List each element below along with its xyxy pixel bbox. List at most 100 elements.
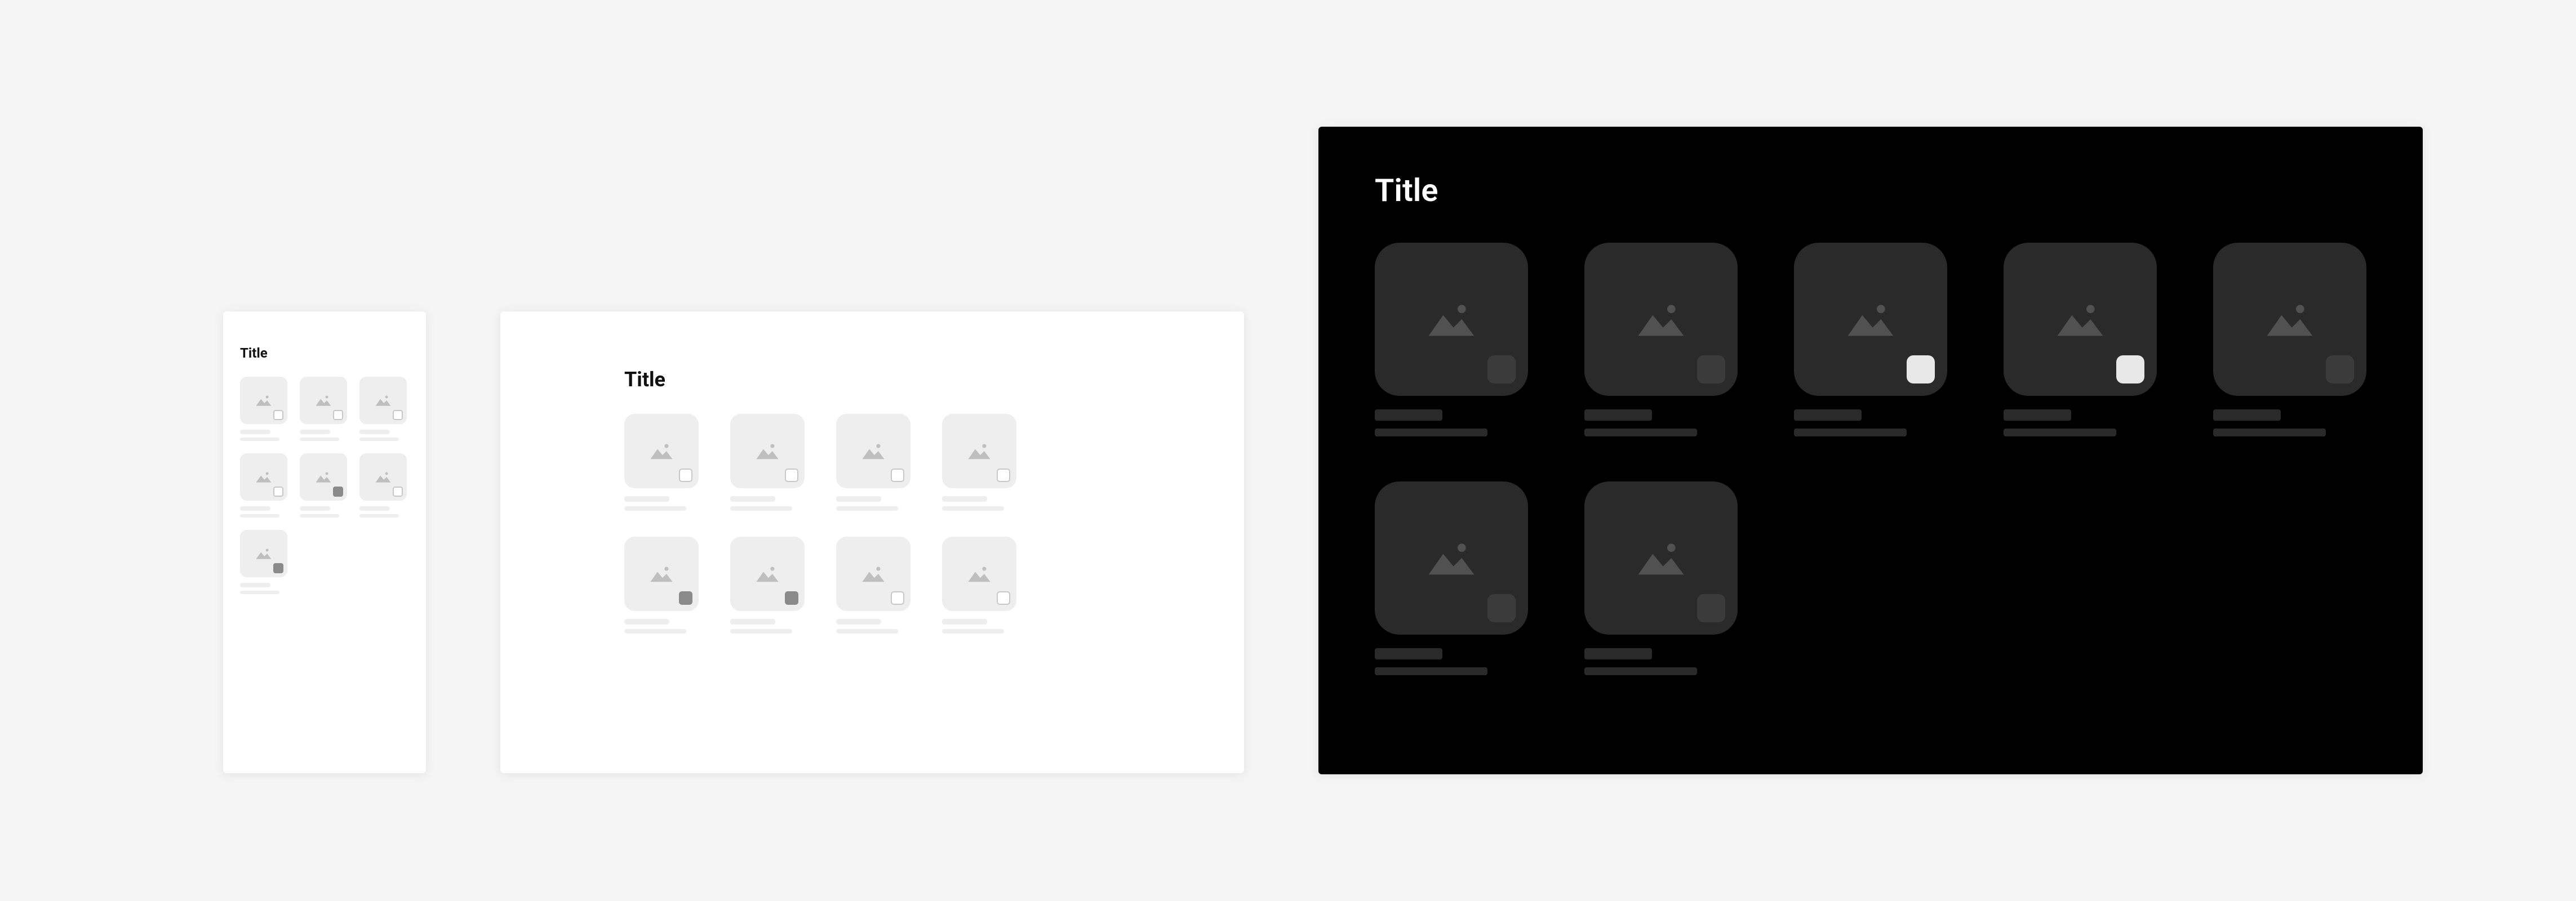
select-checkbox[interactable] bbox=[679, 591, 692, 605]
select-checkbox[interactable] bbox=[785, 469, 798, 482]
image-icon bbox=[255, 471, 272, 483]
card-subtitle-placeholder bbox=[2213, 429, 2326, 436]
card-subtitle-placeholder bbox=[1584, 429, 1697, 436]
media-thumbnail[interactable] bbox=[1584, 481, 1738, 635]
card-title-placeholder bbox=[1584, 409, 1652, 421]
card-title-placeholder bbox=[1584, 648, 1652, 659]
media-card[interactable] bbox=[359, 377, 407, 441]
media-card[interactable] bbox=[300, 377, 347, 441]
media-thumbnail[interactable] bbox=[2213, 243, 2366, 396]
media-card[interactable] bbox=[836, 537, 911, 634]
media-card[interactable] bbox=[240, 530, 287, 594]
media-card[interactable] bbox=[624, 414, 699, 511]
card-subtitle-placeholder bbox=[1584, 667, 1697, 675]
card-subtitle-placeholder bbox=[240, 591, 279, 594]
card-title-placeholder bbox=[240, 430, 270, 434]
media-card[interactable] bbox=[1375, 481, 1528, 675]
card-title-placeholder bbox=[2004, 409, 2071, 421]
select-checkbox[interactable] bbox=[2326, 355, 2354, 383]
media-card[interactable] bbox=[730, 414, 805, 511]
card-title-placeholder bbox=[942, 496, 987, 502]
media-card[interactable] bbox=[1794, 243, 1947, 436]
media-card[interactable] bbox=[240, 453, 287, 518]
image-icon bbox=[315, 471, 332, 483]
select-checkbox[interactable] bbox=[1697, 355, 1725, 383]
image-icon bbox=[755, 565, 780, 583]
media-thumbnail[interactable] bbox=[1794, 243, 1947, 396]
media-card[interactable] bbox=[2004, 243, 2157, 436]
media-thumbnail[interactable] bbox=[359, 377, 407, 424]
media-card[interactable] bbox=[730, 537, 805, 634]
select-checkbox[interactable] bbox=[785, 591, 798, 605]
card-subtitle-placeholder bbox=[730, 629, 792, 634]
media-card[interactable] bbox=[624, 537, 699, 634]
card-subtitle-placeholder bbox=[942, 629, 1004, 634]
media-thumbnail[interactable] bbox=[730, 537, 805, 611]
image-icon bbox=[755, 442, 780, 460]
frame-desktop-dark: Title bbox=[1318, 127, 2423, 774]
media-thumbnail[interactable] bbox=[942, 537, 1016, 611]
media-card[interactable] bbox=[1584, 481, 1738, 675]
card-title-placeholder bbox=[240, 583, 270, 587]
card-title-placeholder bbox=[2213, 409, 2281, 421]
media-thumbnail[interactable] bbox=[240, 377, 287, 424]
select-checkbox[interactable] bbox=[891, 591, 904, 605]
select-checkbox[interactable] bbox=[333, 410, 343, 420]
media-card[interactable] bbox=[942, 537, 1016, 634]
select-checkbox[interactable] bbox=[1907, 355, 1935, 383]
media-card[interactable] bbox=[2213, 243, 2366, 436]
media-card[interactable] bbox=[1375, 243, 1528, 436]
select-checkbox[interactable] bbox=[393, 410, 403, 420]
card-subtitle-placeholder bbox=[624, 506, 686, 511]
media-thumbnail[interactable] bbox=[836, 414, 911, 488]
image-icon bbox=[255, 394, 272, 407]
media-card[interactable] bbox=[300, 453, 347, 518]
select-checkbox[interactable] bbox=[997, 469, 1010, 482]
media-thumbnail[interactable] bbox=[240, 530, 287, 577]
card-title-placeholder bbox=[836, 496, 881, 502]
image-icon bbox=[967, 442, 992, 460]
media-thumbnail[interactable] bbox=[300, 377, 347, 424]
select-checkbox[interactable] bbox=[679, 469, 692, 482]
media-card[interactable] bbox=[240, 377, 287, 441]
media-thumbnail[interactable] bbox=[240, 453, 287, 501]
media-thumbnail[interactable] bbox=[1375, 481, 1528, 635]
image-icon bbox=[315, 394, 332, 407]
image-icon bbox=[861, 565, 886, 583]
card-title-placeholder bbox=[1375, 409, 1442, 421]
media-thumbnail[interactable] bbox=[836, 537, 911, 611]
select-checkbox[interactable] bbox=[1697, 594, 1725, 622]
select-checkbox[interactable] bbox=[273, 410, 283, 420]
card-grid bbox=[624, 414, 1120, 634]
select-checkbox[interactable] bbox=[1487, 594, 1516, 622]
image-icon bbox=[375, 471, 392, 483]
select-checkbox[interactable] bbox=[273, 487, 283, 497]
media-thumbnail[interactable] bbox=[730, 414, 805, 488]
image-icon bbox=[861, 442, 886, 460]
media-thumbnail[interactable] bbox=[1584, 243, 1738, 396]
image-icon bbox=[375, 394, 392, 407]
select-checkbox[interactable] bbox=[333, 487, 343, 497]
select-checkbox[interactable] bbox=[997, 591, 1010, 605]
media-card[interactable] bbox=[836, 414, 911, 511]
card-subtitle-placeholder bbox=[1794, 429, 1907, 436]
select-checkbox[interactable] bbox=[393, 487, 403, 497]
media-thumbnail[interactable] bbox=[359, 453, 407, 501]
media-thumbnail[interactable] bbox=[624, 414, 699, 488]
select-checkbox[interactable] bbox=[2116, 355, 2144, 383]
select-checkbox[interactable] bbox=[891, 469, 904, 482]
media-thumbnail[interactable] bbox=[1375, 243, 1528, 396]
card-subtitle-placeholder bbox=[359, 438, 399, 441]
media-card[interactable] bbox=[1584, 243, 1738, 436]
media-thumbnail[interactable] bbox=[2004, 243, 2157, 396]
media-thumbnail[interactable] bbox=[300, 453, 347, 501]
select-checkbox[interactable] bbox=[1487, 355, 1516, 383]
media-thumbnail[interactable] bbox=[942, 414, 1016, 488]
media-thumbnail[interactable] bbox=[624, 537, 699, 611]
media-card[interactable] bbox=[359, 453, 407, 518]
card-subtitle-placeholder bbox=[359, 514, 399, 518]
media-card[interactable] bbox=[942, 414, 1016, 511]
card-title-placeholder bbox=[1375, 648, 1442, 659]
select-checkbox[interactable] bbox=[273, 563, 283, 573]
card-title-placeholder bbox=[836, 619, 881, 625]
